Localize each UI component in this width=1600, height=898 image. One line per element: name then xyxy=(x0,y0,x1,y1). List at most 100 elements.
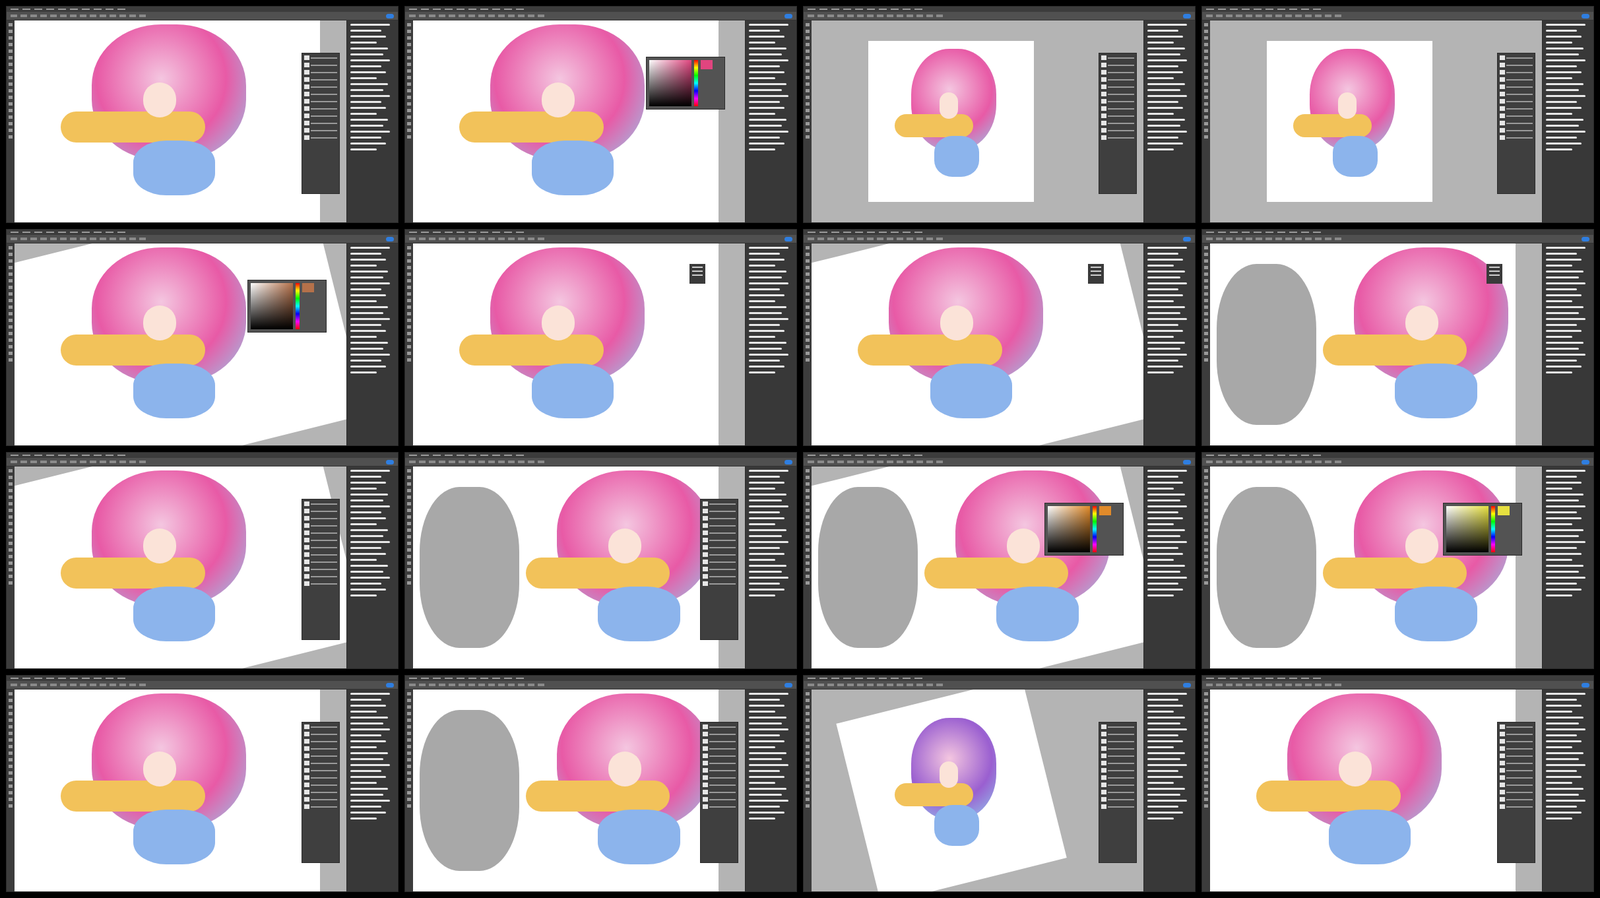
tool-icon[interactable] xyxy=(407,764,412,768)
brush-preset[interactable] xyxy=(748,552,785,555)
option[interactable] xyxy=(478,237,485,241)
brush-preset[interactable] xyxy=(350,740,386,743)
layer-row[interactable] xyxy=(1499,724,1533,730)
brush-preset[interactable] xyxy=(1147,481,1184,484)
brush-preset[interactable] xyxy=(350,118,388,121)
brush-preset[interactable] xyxy=(1545,312,1579,315)
tool-icon[interactable] xyxy=(8,744,13,749)
layer-row[interactable] xyxy=(1101,106,1135,112)
option[interactable] xyxy=(1314,460,1322,464)
option[interactable] xyxy=(827,237,834,241)
brush-preset[interactable] xyxy=(1545,112,1573,115)
brush-preset[interactable] xyxy=(748,112,776,115)
menu-item[interactable] xyxy=(843,677,852,679)
tool-icon[interactable] xyxy=(805,331,810,336)
layer-row[interactable] xyxy=(702,731,736,737)
tool-icon[interactable] xyxy=(8,475,13,480)
brush-preset[interactable] xyxy=(350,371,377,374)
brush-preset[interactable] xyxy=(748,318,789,320)
menu-item[interactable] xyxy=(902,677,911,679)
tool-icon[interactable] xyxy=(805,698,810,703)
tool-icon[interactable] xyxy=(407,102,412,106)
menu-item[interactable] xyxy=(878,8,887,10)
option[interactable] xyxy=(866,683,874,687)
tool-icon[interactable] xyxy=(8,738,13,742)
brush-preset[interactable] xyxy=(1147,288,1179,291)
tool-icon[interactable] xyxy=(8,535,13,539)
tool-icon[interactable] xyxy=(407,312,412,316)
layer-row[interactable] xyxy=(702,523,736,529)
menu-item[interactable] xyxy=(1217,454,1226,456)
menu-item[interactable] xyxy=(81,8,90,10)
option[interactable] xyxy=(498,460,505,464)
brush-preset[interactable] xyxy=(748,136,780,139)
brush-preset[interactable] xyxy=(1147,710,1174,713)
menu-item[interactable] xyxy=(831,8,840,10)
brush-preset[interactable] xyxy=(350,805,382,808)
tool-icon[interactable] xyxy=(8,305,13,309)
tool-icon[interactable] xyxy=(8,325,13,329)
brush-preset[interactable] xyxy=(1545,318,1586,320)
brush-preset[interactable] xyxy=(350,769,382,772)
menu-entry[interactable] xyxy=(692,270,703,272)
brush-preset[interactable] xyxy=(1545,148,1573,151)
tool-icon[interactable] xyxy=(8,495,13,499)
brush-preset[interactable] xyxy=(748,270,787,273)
brush-preset[interactable] xyxy=(1147,246,1187,249)
tool-icon[interactable] xyxy=(805,771,810,775)
layer-row[interactable] xyxy=(1101,69,1135,76)
tool-icon[interactable] xyxy=(407,698,412,703)
menu-item[interactable] xyxy=(117,454,126,456)
menu-item[interactable] xyxy=(1217,8,1226,10)
option[interactable] xyxy=(1324,460,1332,464)
brush-preset[interactable] xyxy=(1147,130,1187,133)
option[interactable] xyxy=(69,683,77,687)
brush-preset[interactable] xyxy=(1545,716,1584,719)
brush-preset[interactable] xyxy=(748,799,789,802)
brush-preset[interactable] xyxy=(1147,517,1184,520)
tool-icon[interactable] xyxy=(8,75,13,80)
brush-preset[interactable] xyxy=(1147,124,1181,127)
tool-icon[interactable] xyxy=(805,312,810,316)
option[interactable] xyxy=(468,14,476,18)
brush-preset[interactable] xyxy=(1147,493,1185,496)
brush-preset[interactable] xyxy=(1545,746,1573,749)
tool-icon[interactable] xyxy=(8,135,13,139)
brush-preset[interactable] xyxy=(1545,511,1577,514)
app-window[interactable] xyxy=(404,228,798,447)
tool-icon[interactable] xyxy=(407,535,412,539)
layer-row[interactable] xyxy=(304,113,338,119)
option[interactable] xyxy=(1285,237,1292,241)
option[interactable] xyxy=(109,14,117,18)
option[interactable] xyxy=(1285,683,1292,687)
canvas-area[interactable] xyxy=(14,243,347,446)
brush-preset[interactable] xyxy=(350,722,384,725)
layer-row[interactable] xyxy=(1499,768,1533,774)
tool-icon[interactable] xyxy=(407,358,412,362)
layer-row[interactable] xyxy=(1499,106,1533,112)
tool-icon[interactable] xyxy=(805,548,810,552)
brush-preset[interactable] xyxy=(350,764,390,767)
brush-preset[interactable] xyxy=(748,781,776,784)
brush-preset[interactable] xyxy=(350,65,382,68)
tool-icon[interactable] xyxy=(8,279,13,283)
brush-preset[interactable] xyxy=(350,588,386,591)
option[interactable] xyxy=(1285,14,1292,18)
menu-item[interactable] xyxy=(46,231,55,233)
option[interactable] xyxy=(428,460,436,464)
tool-icon[interactable] xyxy=(805,797,810,801)
tool-icon[interactable] xyxy=(8,568,13,572)
tool-icon[interactable] xyxy=(8,725,13,729)
brush-preset[interactable] xyxy=(1147,769,1179,772)
brush-preset[interactable] xyxy=(748,35,785,38)
menu-item[interactable] xyxy=(914,231,923,233)
tool-icon[interactable] xyxy=(1204,488,1209,493)
menu-item[interactable] xyxy=(914,454,923,456)
tool-icon[interactable] xyxy=(407,718,412,722)
brush-preset[interactable] xyxy=(350,246,390,249)
brush-preset[interactable] xyxy=(1545,576,1586,579)
brush-preset[interactable] xyxy=(748,505,789,508)
menu-item[interactable] xyxy=(69,8,78,10)
tool-icon[interactable] xyxy=(805,351,810,355)
menu-item[interactable] xyxy=(819,8,828,10)
